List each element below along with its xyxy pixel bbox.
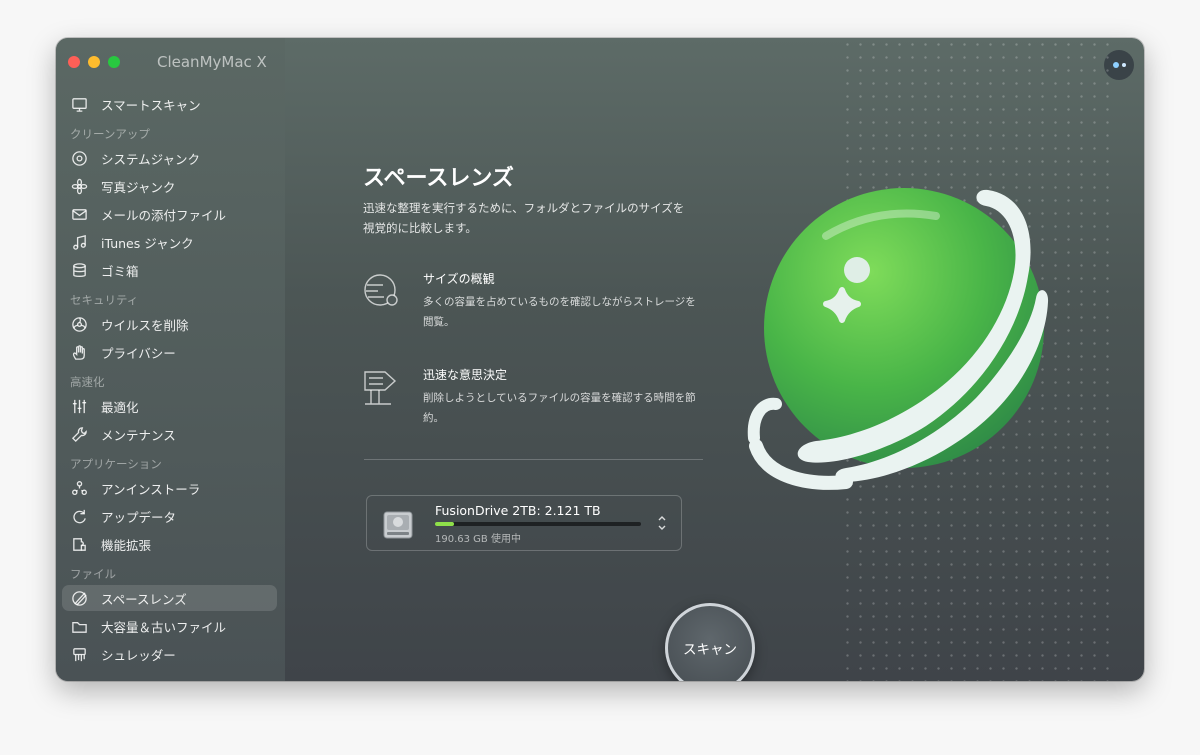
music-icon xyxy=(70,233,88,251)
biohazard-icon xyxy=(70,315,88,333)
sidebar: CleanMyMac X スマートスキャンクリーンアップシステムジャンク 写真ジャ… xyxy=(56,38,285,681)
sidebar-item[interactable]: 大容量＆古いファイル xyxy=(56,612,285,640)
mail-icon xyxy=(70,205,88,223)
space-lens-illustration xyxy=(736,176,1076,496)
sidebar-section-header: アプリケーション xyxy=(70,457,162,471)
sidebar-item[interactable]: アップデータ xyxy=(56,502,285,530)
sidebar-item[interactable]: スマートスキャン xyxy=(56,90,285,118)
apps-icon xyxy=(70,479,88,497)
sidebar-section-header: セキュリティ xyxy=(70,293,139,307)
sidebar-item-label: ウイルスを削除 xyxy=(101,317,189,333)
sliders-icon xyxy=(70,397,88,415)
sidebar-item[interactable]: 最適化 xyxy=(56,392,285,420)
sidebar-item[interactable]: システムジャンク xyxy=(56,144,285,172)
sidebar-item-label: スマートスキャン xyxy=(101,97,201,113)
space-lens-icon xyxy=(70,589,88,607)
sidebar-nav: スマートスキャンクリーンアップシステムジャンク 写真ジャンクメールの添付ファイル i… xyxy=(56,90,285,668)
sidebar-item[interactable]: シュレッダー xyxy=(56,640,285,668)
zoom-window-button[interactable] xyxy=(108,56,120,68)
wrench-icon xyxy=(70,425,88,443)
hard-drive-icon xyxy=(381,508,415,542)
sidebar-item[interactable]: アンインストーラ xyxy=(56,474,285,502)
sidebar-section-header: クリーンアップ xyxy=(70,127,150,141)
feature-title: 迅速な意思決定 xyxy=(423,368,508,382)
sidebar-item[interactable]: 機能拡張 xyxy=(56,530,285,558)
sidebar-item-label: スペースレンズ xyxy=(101,591,187,607)
disc-icon xyxy=(70,149,88,167)
sidebar-item[interactable]: ウイルスを削除 xyxy=(56,310,285,338)
sidebar-item-label: メールの添付ファイル xyxy=(101,207,227,223)
hand-icon xyxy=(70,343,88,361)
disk-name: FusionDrive 2TB: 2.121 TB xyxy=(435,503,601,518)
sidebar-item-label: 機能拡張 xyxy=(101,537,152,553)
feature-title: サイズの概観 xyxy=(423,272,495,286)
assistant-dot-small-icon xyxy=(1121,63,1126,67)
disk-usage-bar xyxy=(435,522,641,526)
sidebar-item-label: 最適化 xyxy=(101,399,139,415)
sidebar-item[interactable]: プライバシー xyxy=(56,338,285,366)
sidebar-item[interactable]: iTunes ジャンク xyxy=(56,228,285,256)
bin-icon xyxy=(70,261,88,279)
sidebar-item-label: アップデータ xyxy=(101,509,177,525)
shredder-icon xyxy=(70,645,88,663)
sidebar-item[interactable]: メンテナンス xyxy=(56,420,285,448)
sidebar-item-label: ゴミ箱 xyxy=(101,263,139,279)
page-title: スペースレンズ xyxy=(363,166,514,191)
sidebar-section-header: ファイル xyxy=(70,567,116,581)
extension-icon xyxy=(70,535,88,553)
sidebar-item-label: メンテナンス xyxy=(101,427,176,443)
sidebar-item-label: 大容量＆古いファイル xyxy=(101,619,227,635)
size-overview-icon xyxy=(361,270,403,312)
scan-button[interactable]: スキャン xyxy=(665,603,755,681)
folder-icon xyxy=(70,617,88,635)
app-title: CleanMyMac X xyxy=(157,53,267,71)
chevron-up-down-icon[interactable] xyxy=(657,513,667,533)
minimize-window-button[interactable] xyxy=(88,56,100,68)
sidebar-item-label: シュレッダー xyxy=(101,647,176,663)
page-description: 迅速な整理を実行するために、フォルダとファイルのサイズを視覚的に比較します。 xyxy=(363,201,685,235)
sidebar-section-header: 高速化 xyxy=(70,375,105,389)
feature-text: 削除しようとしているファイルの容量を確認する時間を節約。 xyxy=(423,392,696,424)
sidebar-item-label: iTunes ジャンク xyxy=(101,235,194,251)
sidebar-item[interactable]: ゴミ箱 xyxy=(56,256,285,284)
disk-usage-fill xyxy=(435,522,454,526)
decision-icon xyxy=(361,366,403,408)
sidebar-item[interactable]: スペースレンズ xyxy=(56,584,285,612)
flower-icon xyxy=(70,177,88,195)
monitor-icon xyxy=(70,95,88,113)
sidebar-item-label: プライバシー xyxy=(101,345,176,361)
feature-text: 多くの容量を占めているものを確認しながらストレージを閲覧。 xyxy=(423,296,696,328)
assistant-dot-icon xyxy=(1112,62,1119,68)
close-window-button[interactable] xyxy=(68,56,80,68)
divider xyxy=(364,459,703,460)
sidebar-item-label: 写真ジャンク xyxy=(101,179,176,195)
app-window: CleanMyMac X スマートスキャンクリーンアップシステムジャンク 写真ジャ… xyxy=(56,38,1144,681)
disk-selector[interactable]: FusionDrive 2TB: 2.121 TB 190.63 GB 使用中 xyxy=(366,495,682,551)
sidebar-item-label: システムジャンク xyxy=(101,151,201,167)
sidebar-item[interactable]: 写真ジャンク xyxy=(56,172,285,200)
sidebar-item[interactable]: メールの添付ファイル xyxy=(56,200,285,228)
disk-used-text: 190.63 GB 使用中 xyxy=(435,534,521,545)
update-icon xyxy=(70,507,88,525)
sidebar-item-label: アンインストーラ xyxy=(101,481,201,497)
